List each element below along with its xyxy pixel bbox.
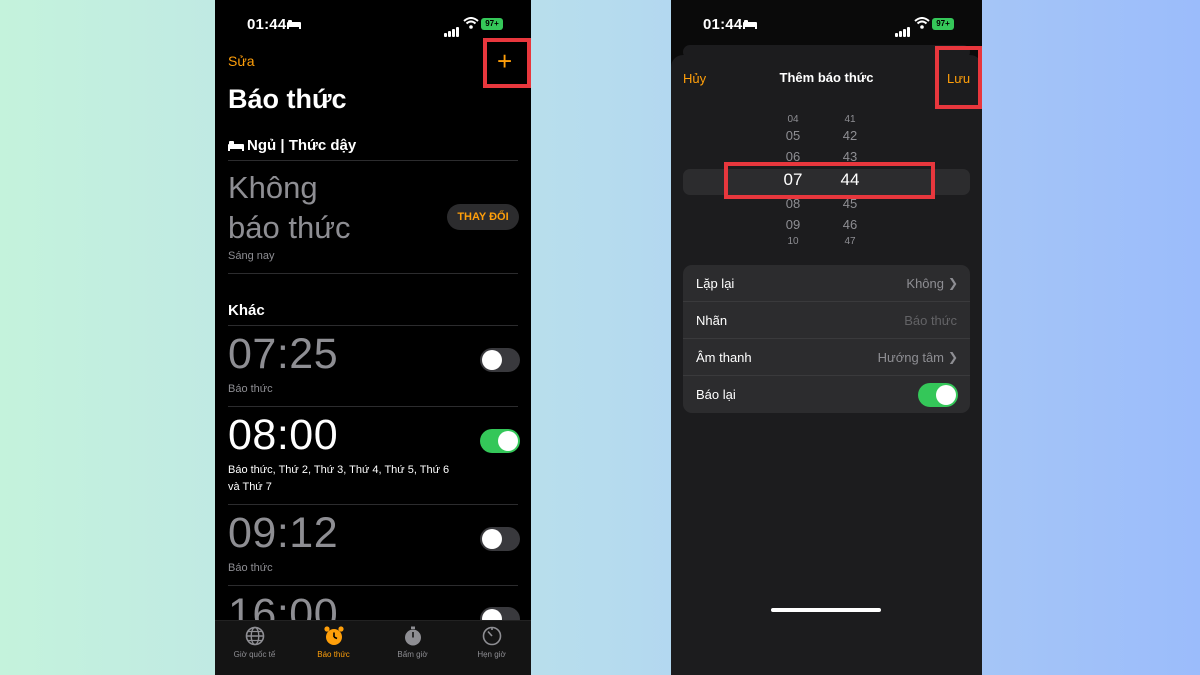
highlight-box-add xyxy=(483,38,531,88)
alarm-time[interactable]: 09:12 xyxy=(228,509,338,558)
alarm-label-line1: Báo thức, Thứ 2, Thứ 3, Thứ 4, Thứ 5, Th… xyxy=(228,464,450,476)
add-alarm-sheet: Hủy Thêm báo thức Lưu 04 05 06 07 08 09 … xyxy=(671,55,982,675)
snooze-toggle[interactable] xyxy=(918,383,958,407)
tab-bar: Giờ quốc tế Báo thức Bấm giờ Hẹn giờ xyxy=(215,620,531,675)
toggle-knob xyxy=(482,350,502,370)
tab-world-clock[interactable]: Giờ quốc tế xyxy=(215,625,294,659)
wifi-icon xyxy=(463,17,479,29)
hour-option[interactable]: 04 xyxy=(773,115,813,125)
alarm-time[interactable]: 08:00 xyxy=(228,411,338,460)
alarm-list-screen: 01:44 97+ Sửa + Báo thức Ngủ | Thức dậy … xyxy=(215,0,531,675)
signal-icon xyxy=(443,19,459,37)
sound-value: Hướng tâm xyxy=(877,350,944,365)
snooze-row: Báo lại xyxy=(683,376,970,413)
highlight-box-time xyxy=(724,162,935,199)
home-indicator xyxy=(771,608,881,612)
alarm-label-line2: và Thứ 7 xyxy=(228,481,272,493)
timer-icon xyxy=(482,626,501,646)
highlight-box-save xyxy=(935,46,982,109)
divider xyxy=(228,273,518,274)
battery-icon: 97+ xyxy=(932,18,954,30)
globe-icon xyxy=(245,626,264,646)
chevron-right-icon: ❯ xyxy=(947,276,958,290)
sound-label: Âm thanh xyxy=(696,350,752,365)
sound-row[interactable]: Âm thanh Hướng tâm ❯ xyxy=(683,339,970,376)
hour-option[interactable]: 05 xyxy=(773,125,813,146)
divider xyxy=(228,406,518,407)
status-bar: 01:44 97+ xyxy=(215,16,531,37)
hour-option[interactable]: 09 xyxy=(773,214,813,235)
status-time: 01:44 xyxy=(247,16,287,33)
alarm-time[interactable]: 07:25 xyxy=(228,330,338,379)
no-alarm-line2: báo thức xyxy=(228,210,351,245)
no-alarm-line1: Không xyxy=(228,170,318,205)
wifi-icon xyxy=(914,17,930,29)
page-title: Báo thức xyxy=(228,84,347,114)
edit-button[interactable]: Sửa xyxy=(228,53,255,69)
stopwatch-icon xyxy=(404,626,421,646)
alarm-toggle[interactable] xyxy=(480,527,520,551)
sleep-section-title: Ngủ | Thức dậy xyxy=(247,137,357,154)
alarm-label: Báo thức xyxy=(228,562,273,574)
bed-icon xyxy=(743,20,757,29)
toggle-knob xyxy=(498,431,518,451)
minute-option[interactable]: 42 xyxy=(830,125,870,146)
tab-label: Bấm giờ xyxy=(397,650,428,659)
label-label: Nhãn xyxy=(696,313,728,328)
no-alarm-text: Không báo thức xyxy=(228,168,428,248)
toggle-knob xyxy=(936,385,956,405)
divider xyxy=(228,160,518,161)
repeat-value: Không xyxy=(906,276,944,291)
no-alarm-subtitle: Sáng nay xyxy=(228,250,275,262)
add-alarm-screen: 01:44 97+ Hủy Thêm báo thức Lưu 04 05 06… xyxy=(671,0,982,675)
repeat-label: Lặp lại xyxy=(696,276,735,291)
hour-option[interactable]: 10 xyxy=(773,235,813,245)
tab-label: Hẹn giờ xyxy=(477,650,506,659)
tab-label: Giờ quốc tế xyxy=(233,650,276,659)
divider xyxy=(228,585,518,586)
divider xyxy=(228,325,518,326)
other-section-header: Khác xyxy=(228,302,265,319)
alarm-clock-icon xyxy=(323,626,344,645)
battery-icon: 97+ xyxy=(481,18,503,30)
change-button[interactable]: THAY ĐỔI xyxy=(447,204,519,230)
tab-alarm[interactable]: Báo thức xyxy=(294,625,373,659)
alarm-settings-group: Lặp lại Không ❯ Nhãn Báo thức Âm thanh H… xyxy=(683,265,970,413)
tab-label: Báo thức xyxy=(317,650,350,659)
alarm-toggle[interactable] xyxy=(480,429,520,453)
snooze-label: Báo lại xyxy=(696,387,736,402)
bed-icon xyxy=(287,20,301,29)
toggle-knob xyxy=(482,529,502,549)
alarm-toggle[interactable] xyxy=(480,348,520,372)
sleep-section-header: Ngủ | Thức dậy xyxy=(228,137,356,154)
signal-icon xyxy=(894,19,910,37)
status-bar: 01:44 97+ xyxy=(671,16,982,37)
divider xyxy=(228,504,518,505)
minute-option[interactable]: 41 xyxy=(830,115,870,125)
repeat-row[interactable]: Lặp lại Không ❯ xyxy=(683,265,970,302)
chevron-right-icon: ❯ xyxy=(947,350,958,364)
minute-option[interactable]: 47 xyxy=(830,235,870,245)
alarm-label: Báo thức, Thứ 2, Thứ 3, Thứ 4, Thứ 5, Th… xyxy=(228,462,478,496)
minute-option[interactable]: 46 xyxy=(830,214,870,235)
tab-stopwatch[interactable]: Bấm giờ xyxy=(373,625,452,659)
label-input[interactable]: Báo thức xyxy=(904,313,957,328)
bed-icon xyxy=(228,141,244,151)
status-time: 01:44 xyxy=(703,16,743,33)
tab-timer[interactable]: Hẹn giờ xyxy=(452,625,531,659)
alarm-label: Báo thức xyxy=(228,383,273,395)
label-row[interactable]: Nhãn Báo thức xyxy=(683,302,970,339)
